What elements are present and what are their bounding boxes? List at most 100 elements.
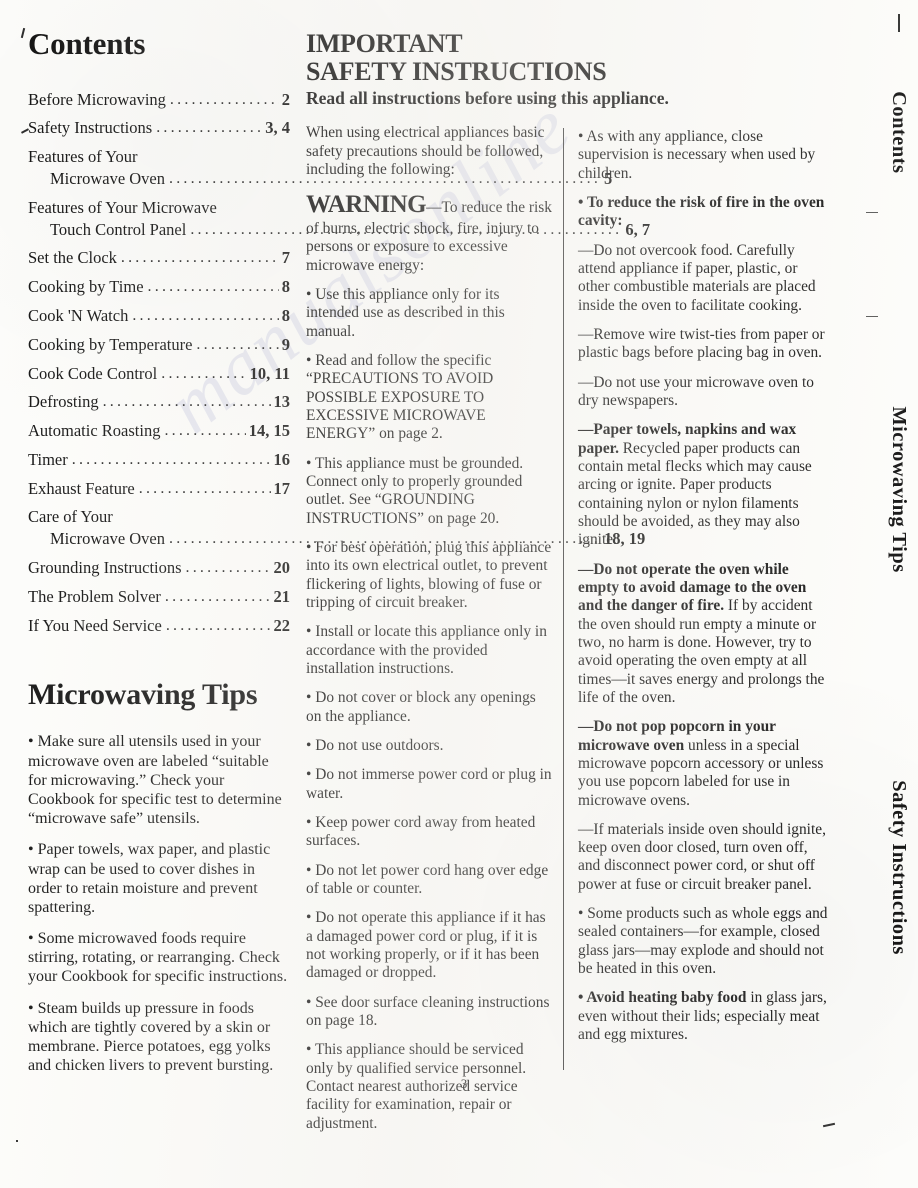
safety-item-paragraph: —Do not overcook food. Carefully attend …: [578, 242, 828, 315]
toc-entry-label: The Problem Solver: [28, 586, 161, 606]
toc-entry-label: Care of Your: [28, 507, 113, 527]
side-tab-safety-instructions[interactable]: Safety Instructions: [887, 780, 910, 955]
safety-item-paragraph: • Avoid heating baby food in glass jars,…: [578, 989, 828, 1044]
safety-item-paragraph: • Do not immerse power cord or plug in w…: [306, 766, 552, 802]
scan-artifact: [20, 27, 26, 39]
toc-leader-dots: ........................................…: [161, 364, 246, 382]
tip-paragraph: • Paper towels, wax paper, and plastic w…: [28, 841, 271, 916]
page-number-wrapper: 3: [0, 1076, 918, 1092]
safety-item-paragraph: • As with any appliance, close supervisi…: [578, 128, 828, 183]
page-number: 3: [460, 1076, 468, 1091]
safety-item-paragraph: • Read and follow the specific “PRECAUTI…: [306, 352, 494, 443]
toc-entry-page: 17: [273, 478, 291, 498]
toc-entry-page: 10, 11: [249, 363, 290, 383]
toc-entry[interactable]: Defrosting..............................…: [28, 391, 290, 413]
toc-entry-label: Timer: [28, 449, 68, 469]
scan-artifact: [16, 1140, 18, 1142]
warning-word: WARNING: [306, 191, 427, 219]
safety-item-paragraph: • Do not let power cord hang over edge o…: [306, 861, 549, 897]
toc-entry-page: 8: [281, 306, 290, 326]
toc-entry-page: 14, 15: [248, 421, 290, 441]
safety-item-paragraph: • Do not operate this appliance if it ha…: [306, 909, 546, 982]
table-of-contents: Before Microwaving......................…: [28, 89, 650, 637]
scan-artifact: [898, 14, 900, 32]
contents-column: Contents Before Microwaving.............…: [28, 26, 650, 1087]
tip-paragraph: • Steam builds up pressure in foods whic…: [28, 999, 274, 1075]
safety-item-paragraph: • See door surface cleaning instructions…: [306, 993, 550, 1029]
toc-leader-dots: ........................................…: [164, 422, 245, 440]
toc-entry[interactable]: Cooking by Time.........................…: [28, 276, 290, 298]
safety-item-paragraph: —Paper towels, napkins and wax paper. Re…: [578, 421, 828, 549]
safety-instructions-column: IMPORTANT SAFETY INSTRUCTIONS Read all i…: [306, 30, 669, 1144]
tip-paragraph: • Make sure all utensils used in your mi…: [28, 733, 282, 828]
toc-entry-page: 3, 4: [265, 118, 290, 138]
toc-leader-dots: ........................................…: [156, 119, 263, 137]
microwaving-tips-body: • Make sure all utensils used in your mi…: [28, 732, 290, 1075]
safety-item-text: • Some products such as whole eggs and s…: [578, 905, 828, 978]
safety-subtitle: Read all instructions before using this …: [306, 88, 669, 109]
margin-tick-mark: [866, 316, 878, 317]
toc-leader-dots: ........................................…: [147, 278, 279, 296]
toc-entry-label: Safety Instructions: [28, 118, 153, 138]
toc-entry[interactable]: Safety Instructions.....................…: [28, 117, 290, 139]
toc-entry-page: 22: [273, 615, 291, 635]
safety-item-paragraph: • This appliance must be grounded. Conne…: [306, 454, 524, 527]
safety-title-line-2: SAFETY INSTRUCTIONS: [306, 56, 607, 86]
safety-right-column: • As with any appliance, close supervisi…: [578, 128, 828, 1055]
toc-entry[interactable]: Set the Clock...........................…: [28, 247, 290, 269]
toc-entry-label: Cooking by Time: [28, 277, 144, 297]
toc-entry-label: Before Microwaving: [28, 89, 166, 109]
toc-entry-label: Features of Your Microwave: [28, 197, 217, 217]
toc-leader-dots: ........................................…: [132, 307, 278, 325]
toc-entry[interactable]: Grounding Instructions..................…: [28, 557, 290, 579]
toc-entry[interactable]: Care of Your Microwave Oven..............…: [28, 506, 645, 550]
safety-item-paragraph: • Some products such as whole eggs and s…: [578, 905, 828, 978]
toc-entry[interactable]: Cooking by Temperature..................…: [28, 334, 290, 356]
scan-artifact: [822, 1122, 836, 1128]
safety-item-paragraph: —If materials inside oven should ignite,…: [578, 821, 828, 894]
safety-item-paragraph: • Install or locate this appliance only …: [306, 623, 547, 677]
toc-entry-label: Defrosting: [28, 392, 99, 412]
toc-leader-dots: ........................................…: [138, 479, 271, 497]
toc-entry-label: Cook Code Control: [28, 363, 158, 383]
toc-entry-page: 8: [281, 277, 290, 297]
side-tab-microwaving-tips[interactable]: Microwaving Tips: [887, 406, 910, 572]
toc-leader-dots: ........................................…: [196, 335, 278, 353]
safety-item-lead-in: • Avoid heating baby food: [578, 989, 747, 1007]
safety-intro-paragraph: When using electrical appliances basic s…: [306, 124, 545, 178]
microwaving-tips-heading: Microwaving Tips: [28, 677, 258, 711]
toc-entry-page: 2: [281, 89, 290, 109]
toc-leader-dots: ........................................…: [165, 616, 271, 634]
toc-entry-label: If You Need Service: [28, 615, 162, 635]
toc-entry-label: Exhaust Feature: [28, 478, 135, 498]
side-tab-contents[interactable]: Contents: [887, 91, 910, 173]
safety-item-paragraph: • Keep power cord away from heated surfa…: [306, 813, 536, 850]
safety-item-paragraph: • Do not cover or block any openings on …: [306, 689, 536, 725]
toc-leader-dots: ........................................…: [102, 393, 271, 411]
toc-leader-dots: ........................................…: [185, 559, 271, 577]
toc-leader-dots: ........................................…: [169, 90, 279, 108]
safety-item-paragraph: • To reduce the risk of fire in the oven…: [578, 194, 828, 231]
safety-item-text: • As with any appliance, close supervisi…: [578, 128, 816, 182]
safety-item-paragraph: • Do not use outdoors.: [306, 736, 444, 754]
toc-entry-label: Automatic Roasting: [28, 421, 161, 441]
safety-item-text: —Do not overcook food. Carefully attend …: [578, 241, 816, 314]
toc-entry[interactable]: The Problem Solver......................…: [28, 586, 290, 608]
safety-item-text: —Remove wire twist-ties from paper or pl…: [578, 325, 825, 362]
toc-entry-page: 9: [281, 334, 290, 354]
contents-heading: Contents: [28, 26, 146, 61]
toc-entry[interactable]: Exhaust Feature.........................…: [28, 478, 290, 500]
toc-entry[interactable]: Features of Your Microwave Touch Control …: [28, 197, 650, 241]
toc-entry-page: 16: [273, 449, 291, 469]
warning-paragraph: WARNING—To reduce the risk of burns, ele…: [306, 190, 552, 275]
toc-entry-label: Cooking by Temperature: [28, 334, 193, 354]
toc-entry-label-2: Microwave Oven: [50, 529, 166, 549]
toc-entry-page: 13: [273, 392, 291, 412]
toc-entry[interactable]: Cook 'N Watch...........................…: [28, 305, 290, 327]
toc-entry[interactable]: Features of Your Microwave Oven..........…: [28, 146, 612, 190]
toc-entry[interactable]: Cook Code Control.......................…: [28, 363, 290, 385]
toc-entry[interactable]: Automatic Roasting......................…: [28, 420, 290, 442]
toc-entry[interactable]: Before Microwaving......................…: [28, 89, 290, 111]
toc-entry[interactable]: Timer...................................…: [28, 449, 290, 471]
toc-entry[interactable]: If You Need Service.....................…: [28, 615, 290, 637]
